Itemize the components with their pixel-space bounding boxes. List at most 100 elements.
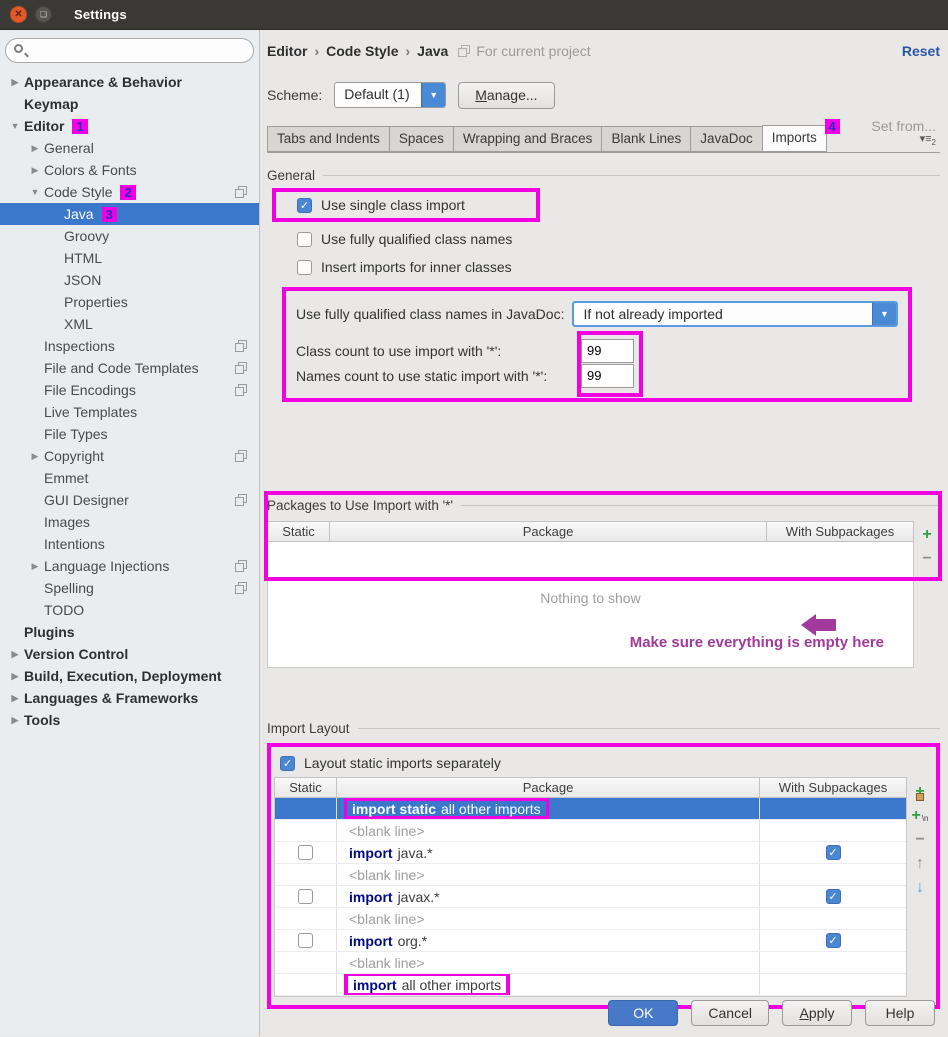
packages-table-body[interactable]: Nothing to show Make sure everything is …	[267, 542, 914, 668]
checkbox-unchecked-icon[interactable]	[298, 889, 313, 904]
sidebar-item-file-and-code-templates[interactable]: File and Code Templates	[0, 357, 259, 379]
cell-package[interactable]: <blank line>	[337, 952, 760, 973]
chevron-collapsed-icon[interactable]: ▶	[26, 143, 44, 154]
cell-static[interactable]	[275, 798, 337, 819]
names-count-input[interactable]	[581, 364, 634, 388]
cell-package[interactable]: import staticall other imports	[337, 798, 760, 819]
checkbox-checked-icon[interactable]: ✓	[280, 756, 295, 771]
layout-row-blank-line[interactable]: <blank line>	[275, 820, 906, 842]
sidebar-item-java[interactable]: Java3	[0, 203, 259, 225]
sidebar-item-language-injections[interactable]: ▶Language Injections	[0, 555, 259, 577]
cancel-button[interactable]: Cancel	[691, 1000, 769, 1026]
layout-row-import-org[interactable]: importorg.* ✓	[275, 930, 906, 952]
ok-button[interactable]: OK	[608, 1000, 678, 1026]
checkbox-layout-static-imports[interactable]: ✓ Layout static imports separately	[274, 751, 933, 775]
cell-static[interactable]	[275, 864, 337, 885]
tab-spaces[interactable]: Spaces	[389, 126, 453, 152]
sidebar-item-images[interactable]: Images	[0, 511, 259, 533]
tab-wrapping-and-braces[interactable]: Wrapping and Braces	[453, 126, 602, 152]
cell-with-subpackages[interactable]: ✓	[760, 842, 906, 863]
tab-tabs-and-indents[interactable]: Tabs and Indents	[267, 126, 389, 152]
sidebar-item-json[interactable]: JSON	[0, 269, 259, 291]
chevron-expanded-icon[interactable]: ▼	[6, 121, 24, 131]
chevron-collapsed-icon[interactable]: ▶	[6, 671, 24, 682]
tab-blank-lines[interactable]: Blank Lines	[601, 126, 690, 152]
checkbox-checked-icon[interactable]: ✓	[826, 933, 841, 948]
checkbox-unchecked-icon[interactable]	[297, 260, 312, 275]
checkbox-use-single-class-import[interactable]: ✓ Use single class import	[297, 194, 530, 216]
sidebar-item-html[interactable]: HTML	[0, 247, 259, 269]
column-header-package[interactable]: Package	[330, 522, 767, 541]
remove-icon[interactable]: −	[922, 547, 931, 571]
move-down-icon[interactable]: ↓	[916, 876, 924, 900]
breadcrumb-item-editor[interactable]: Editor	[267, 43, 307, 59]
chevron-collapsed-icon[interactable]: ▶	[26, 451, 44, 462]
checkbox-unchecked-icon[interactable]	[298, 845, 313, 860]
cell-static[interactable]	[275, 974, 337, 995]
cell-with-subpackages[interactable]	[760, 820, 906, 841]
apply-button[interactable]: Apply	[782, 1000, 852, 1026]
cell-static[interactable]	[275, 886, 337, 907]
sidebar-item-general[interactable]: ▶General	[0, 137, 259, 159]
breadcrumb-item-code-style[interactable]: Code Style	[326, 43, 398, 59]
manage-button[interactable]: Manage...	[458, 82, 554, 109]
sidebar-item-inspections[interactable]: Inspections	[0, 335, 259, 357]
checkbox-checked-icon[interactable]: ✓	[826, 845, 841, 860]
sidebar-item-gui-designer[interactable]: GUI Designer	[0, 489, 259, 511]
layout-row-import-static-all-other-imports[interactable]: import staticall other imports	[275, 798, 906, 820]
cell-static[interactable]	[275, 842, 337, 863]
sidebar-item-appearance-behavior[interactable]: ▶Appearance & Behavior	[0, 71, 259, 93]
sidebar-item-live-templates[interactable]: Live Templates	[0, 401, 259, 423]
move-up-icon[interactable]: ↑	[916, 852, 924, 876]
cell-with-subpackages[interactable]	[760, 974, 906, 995]
javadoc-combobox[interactable]: If not already imported ▼	[572, 301, 898, 327]
chevron-down-icon[interactable]: ▼	[421, 83, 445, 107]
checkbox-unchecked-icon[interactable]	[297, 232, 312, 247]
column-header-static[interactable]: Static	[268, 522, 330, 541]
chevron-collapsed-icon[interactable]: ▶	[26, 165, 44, 176]
cell-with-subpackages[interactable]	[760, 864, 906, 885]
sidebar-item-emmet[interactable]: Emmet	[0, 467, 259, 489]
cell-static[interactable]	[275, 820, 337, 841]
cell-static[interactable]	[275, 930, 337, 951]
search-input[interactable]	[5, 38, 254, 63]
remove-icon[interactable]: −	[915, 828, 924, 852]
class-count-input[interactable]	[581, 339, 634, 363]
layout-row-import-java[interactable]: importjava.* ✓	[275, 842, 906, 864]
add-package-icon[interactable]: +	[915, 780, 924, 804]
maximize-window-icon[interactable]: ❏	[35, 6, 52, 23]
sidebar-item-spelling[interactable]: Spelling	[0, 577, 259, 599]
reset-link[interactable]: Reset	[902, 43, 940, 59]
column-header-with-subpackages[interactable]: With Subpackages	[760, 778, 906, 797]
sidebar-item-plugins[interactable]: Plugins	[0, 621, 259, 643]
layout-row-import-javax[interactable]: importjavax.* ✓	[275, 886, 906, 908]
cell-package[interactable]: importall other imports	[337, 974, 760, 995]
cell-static[interactable]	[275, 908, 337, 929]
help-button[interactable]: Help	[865, 1000, 935, 1026]
add-blank-line-icon[interactable]: +\n	[911, 804, 928, 828]
cell-package[interactable]: importorg.*	[337, 930, 760, 951]
scheme-combobox[interactable]: Default (1) ▼	[334, 82, 446, 108]
cell-static[interactable]	[275, 952, 337, 973]
sidebar-item-file-types[interactable]: File Types	[0, 423, 259, 445]
cell-package[interactable]: <blank line>	[337, 820, 760, 841]
cell-with-subpackages[interactable]	[760, 908, 906, 929]
chevron-collapsed-icon[interactable]: ▶	[6, 715, 24, 726]
sidebar-item-colors-fonts[interactable]: ▶Colors & Fonts	[0, 159, 259, 181]
sidebar-item-keymap[interactable]: Keymap	[0, 93, 259, 115]
cell-with-subpackages[interactable]: ✓	[760, 886, 906, 907]
sidebar-item-xml[interactable]: XML	[0, 313, 259, 335]
cell-package[interactable]: importjavax.*	[337, 886, 760, 907]
checkbox-checked-icon[interactable]: ✓	[826, 889, 841, 904]
column-header-with-subpackages[interactable]: With Subpackages	[767, 522, 913, 541]
sidebar-item-tools[interactable]: ▶Tools	[0, 709, 259, 731]
sidebar-item-code-style[interactable]: ▼Code Style2	[0, 181, 259, 203]
layout-row-blank-line[interactable]: <blank line>	[275, 908, 906, 930]
sidebar-item-intentions[interactable]: Intentions	[0, 533, 259, 555]
sidebar-item-editor[interactable]: ▼Editor1	[0, 115, 259, 137]
checkbox-checked-icon[interactable]: ✓	[297, 198, 312, 213]
cell-with-subpackages[interactable]: ✓	[760, 930, 906, 951]
chevron-collapsed-icon[interactable]: ▶	[26, 561, 44, 572]
checkbox-insert-imports-inner-classes[interactable]: Insert imports for inner classes	[297, 256, 940, 278]
cell-package[interactable]: importjava.*	[337, 842, 760, 863]
